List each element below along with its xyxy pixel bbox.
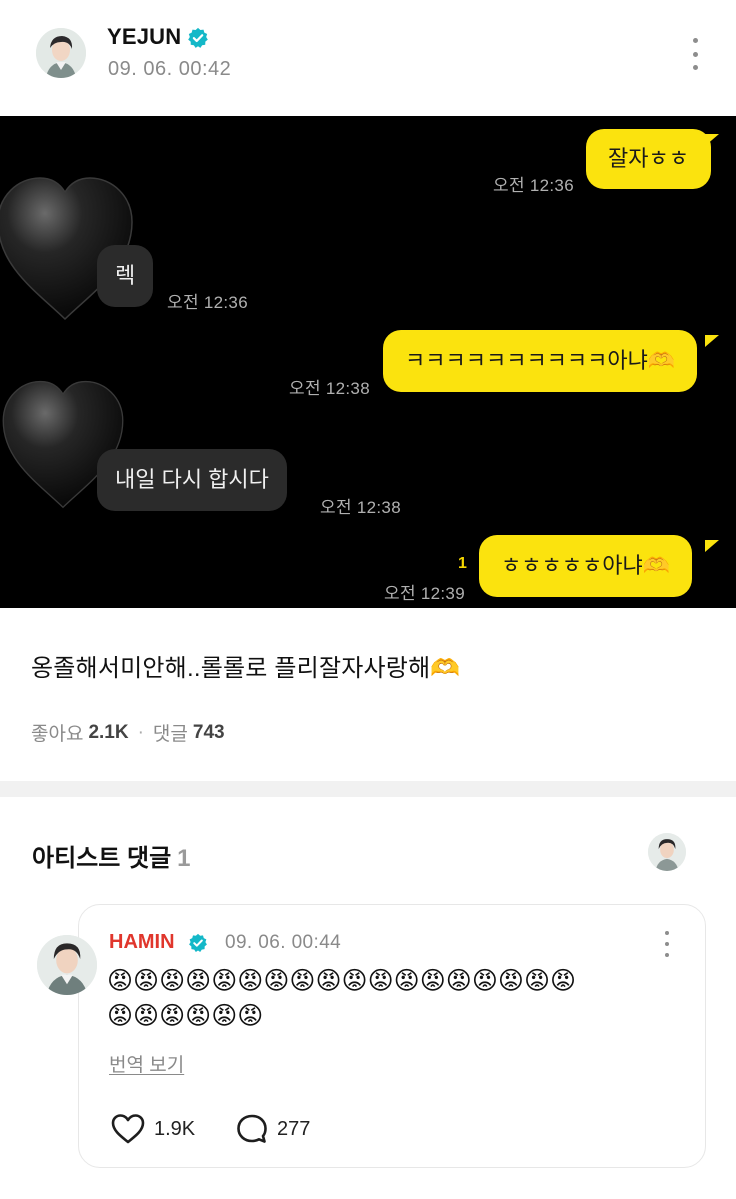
chat-screenshot: 잘자ㅎㅎ 오전 12:36 렉 오전 12:36 ㅋㅋㅋㅋㅋㅋㅋㅋㅋㅋ아냐🫶 오… bbox=[0, 116, 736, 608]
bubble-tail bbox=[705, 134, 719, 146]
message-time: 오전 12:38 bbox=[320, 498, 401, 517]
chat-bubble-outgoing: 잘자ㅎㅎ bbox=[586, 129, 711, 189]
artist-comments-count: 1 bbox=[177, 845, 191, 872]
artist-comments-title: 아티스트 댓글 1 bbox=[32, 838, 191, 873]
author-name[interactable]: YEJUN bbox=[107, 24, 181, 50]
chat-bubble-incoming: 렉 bbox=[97, 245, 154, 307]
author-avatar[interactable] bbox=[36, 28, 86, 78]
more-vertical-icon[interactable] bbox=[690, 38, 700, 70]
verified-icon bbox=[188, 27, 208, 48]
post-date: 09. 06. 00:42 bbox=[108, 58, 232, 80]
likes-count[interactable]: 2.1K bbox=[88, 722, 128, 744]
artist-comments-label: 아티스트 댓글 bbox=[32, 845, 172, 872]
chat-bubble-incoming: 내일 다시 합시다 bbox=[97, 449, 287, 511]
likes-label: 좋아요 bbox=[31, 724, 84, 745]
reply-count: 277 bbox=[277, 1117, 311, 1140]
section-divider bbox=[0, 781, 736, 797]
comment-text-line: 😡😡😡😡😡😡 bbox=[107, 1002, 264, 1030]
message-time: 오전 12:36 bbox=[167, 293, 248, 312]
comment-text-line: 😡😡😡😡😡😡😡😡😡😡😡😡😡😡😡😡😡😡 bbox=[107, 967, 577, 995]
message-time: 오전 12:36 bbox=[493, 176, 574, 195]
post-caption: 옹졸해서미안해..롤롤로 플리잘자사랑해🫶 bbox=[31, 655, 461, 682]
separator-dot: · bbox=[137, 721, 144, 743]
artist-avatar-small[interactable] bbox=[648, 833, 686, 871]
verified-icon bbox=[189, 933, 207, 952]
chat-bubble-outgoing: ㅎㅎㅎㅎㅎ아냐🫶 bbox=[479, 535, 693, 597]
translate-link[interactable]: 번역 보기 bbox=[109, 1050, 184, 1077]
like-button[interactable]: 1.9K bbox=[110, 1113, 195, 1145]
unread-count: 1 bbox=[458, 555, 467, 572]
comment-bubble-icon bbox=[237, 1114, 267, 1143]
post-header: YEJUN 09. 06. 00:42 bbox=[0, 0, 736, 116]
reply-button[interactable]: 277 bbox=[235, 1113, 310, 1145]
more-vertical-icon[interactable] bbox=[662, 931, 672, 957]
message-time: 오전 12:38 bbox=[289, 379, 370, 398]
like-count: 1.9K bbox=[154, 1117, 196, 1140]
heart-icon bbox=[111, 1114, 145, 1144]
commenter-name[interactable]: HAMIN bbox=[109, 931, 175, 954]
artist-comment-card[interactable]: HAMIN 09. 06. 00:44 😡😡😡😡😡😡😡😡😡😡😡😡😡😡😡😡😡😡 😡… bbox=[37, 904, 706, 1168]
chat-bubble-outgoing: ㅋㅋㅋㅋㅋㅋㅋㅋㅋㅋ아냐🫶 bbox=[383, 330, 698, 392]
post-stats: 좋아요 2.1K · 댓글 743 bbox=[31, 719, 225, 746]
comments-label: 댓글 bbox=[152, 724, 188, 745]
commenter-avatar[interactable] bbox=[37, 935, 97, 995]
comment-date: 09. 06. 00:44 bbox=[225, 932, 342, 953]
bubble-tail bbox=[705, 540, 719, 552]
bubble-tail bbox=[705, 335, 719, 347]
comments-count[interactable]: 743 bbox=[193, 722, 225, 744]
message-time: 오전 12:39 bbox=[384, 584, 465, 603]
